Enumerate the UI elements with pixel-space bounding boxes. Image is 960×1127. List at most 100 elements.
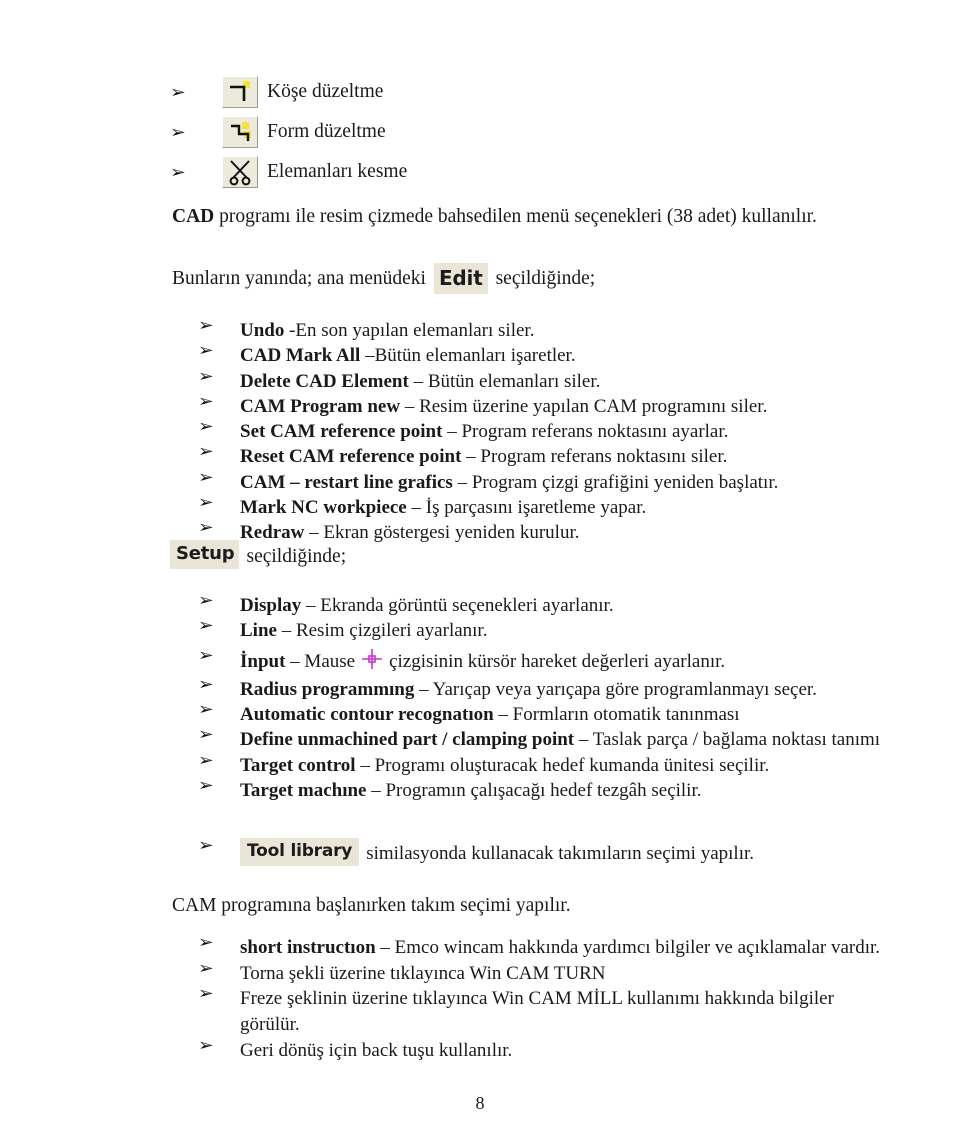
edit-menu-list: ➢ Undo -En son yapılan elemanları siler.… [198,315,898,545]
list-item-label: Köşe düzeltme [267,81,384,102]
arrow-bullet-icon: ➢ [198,932,214,952]
tool-library-button[interactable]: Tool library [240,838,360,866]
list-item: ➢ CAM – restart line grafics – Program ç… [198,466,898,495]
list-item-label: Form düzeltme [267,121,386,142]
list-item: ➢ short instructıon – Emco wincam hakkın… [198,932,898,961]
setup-heading-after-text: seçildiğinde; [246,546,347,567]
edit-menu-button[interactable]: Edit [433,263,488,294]
arrow-bullet-icon: ➢ [198,699,214,719]
menu-item-desc: – Program referans noktasını ayarlar. [442,421,729,443]
list-item-label: Elemanları kesme [267,161,408,182]
toolbar-icon-list: ➢ Köşe düzeltme ➢ Form düzeltme ➢ Eleman… [170,72,890,192]
document-page: ➢ Köşe düzeltme ➢ Form düzeltme ➢ Eleman… [0,0,960,1127]
list-item: ➢ Reset CAM reference point – Program re… [198,441,898,469]
list-item: ➢ Geri dönüş için back tuşu kullanılır. [198,1034,898,1064]
arrow-bullet-icon: ➢ [198,365,214,386]
list-item: ➢ CAM Program new – Resim üzerine yapıla… [198,390,898,419]
arrow-bullet-icon: ➢ [198,957,214,978]
cad-paragraph-lead: CAD [172,206,215,227]
menu-item-desc: – Resim üzerine yapılan CAM programını s… [400,395,768,417]
list-item: ➢ Target control – Programı oluşturacak … [198,749,918,778]
list-item: ➢ Line – Resim çizgileri ayarlanır. [198,615,918,643]
list-item: ➢ Define unmachined part / clamping poin… [198,724,918,752]
arrow-bullet-icon: ➢ [198,517,214,537]
list-item: ➢ Köşe düzeltme [170,72,890,112]
list-item: ➢ Form düzeltme [170,112,890,152]
intro-before-text: Bunların yanında; ana menüdeki [172,267,426,289]
menu-item-desc: – Ekranda görüntü seçenekleri ayarlanır. [301,595,614,616]
arrow-bullet-icon: ➢ [198,835,214,855]
list-item: ➢ İnput – Mause çizgisinin kürsör hareket… [198,644,918,677]
arrow-bullet-icon: ➢ [198,983,214,1004]
setup-menu-button[interactable]: Setup [170,540,240,569]
menu-item-desc: Geri dönüş için back tuşu kullanılır. [240,1039,513,1061]
menu-item-desc: – Emco wincam hakkında yardımcı bilgiler… [375,937,881,958]
menu-item-term: Target control [240,754,356,776]
menu-item-desc: – Resim çizgileri ayarlanır. [276,620,488,642]
intro-after-text: seçildiğinde; [495,267,596,289]
menu-item-desc: -En son yapılan elemanları siler. [284,320,535,341]
list-item: ➢ Undo -En son yapılan elemanları siler. [198,315,898,343]
list-item: ➢ Target machıne – Programın çalışacağı … [198,774,918,803]
short-instruction-list: ➢ short instructıon – Emco wincam hakkın… [198,932,898,1064]
form-trim-icon[interactable] [222,116,258,148]
cad-paragraph-rest: programı ile resim çizmede bahsedilen me… [214,206,817,227]
list-item: ➢ Radius programmıng – Yarıçap veya yarı… [198,675,918,702]
menu-item-desc: – İş parçasını işaretleme yapar. [406,496,647,518]
arrow-bullet-icon: ➢ [198,749,214,770]
list-item: ➢ Automatic contour recognatıon – Formla… [198,699,918,727]
list-item: ➢ Mark NC workpiece – İş parçasını işare… [198,491,898,520]
menu-item-desc: – Mause [285,650,356,672]
menu-item-desc: Freze şeklinin üzerine tıklayınca Win CA… [240,988,834,1035]
list-item: ➢ Set CAM reference point – Program refe… [198,416,898,444]
intro-paragraph: Bunların yanında; ana menüdeki Edit seçi… [172,263,872,294]
arrow-bullet-icon: ➢ [198,774,214,795]
tool-library-after-text: similasyonda kullanacak takımıların seçi… [366,843,755,864]
list-item: ➢ Torna şekli üzerine tıklayınca Win CAM… [198,957,898,987]
list-item: ➢ Tool library similasyonda kullanacak t… [198,835,898,866]
menu-item-desc: – Programın çalışacağı hedef tezgâh seçi… [366,779,702,801]
page-number: 8 [475,1093,485,1113]
tool-library-row: ➢ Tool library similasyonda kullanacak t… [198,835,898,866]
menu-item-desc: – Program çizgi grafiğini yeniden başlat… [452,471,779,493]
menu-item-term: CAD Mark All [240,345,361,367]
arrow-bullet-icon: ➢ [198,315,214,335]
arrow-bullet-icon: ➢ [198,390,214,411]
menu-item-desc: – Taslak parça / bağlama noktası tanımı [574,729,881,751]
menu-item-desc: –Bütün elemanları işaretler. [360,345,576,367]
menu-item-term: Target machıne [240,779,367,801]
menu-item-desc: – Bütün elemanları siler. [408,370,601,392]
list-item: ➢ Freze şeklinin üzerine tıklayınca Win … [198,983,898,1037]
menu-item-term: Define unmachined part / clamping point [240,729,575,751]
menu-item-desc-cont: çizgisinin kürsör hareket değerleri ayar… [389,650,726,672]
arrow-bullet-icon: ➢ [198,466,214,487]
list-item: ➢ Display – Ekranda görüntü seçenekleri … [198,592,918,618]
arrow-bullet-icon: ➢ [198,416,214,436]
menu-item-term: Delete CAD Element [240,370,409,392]
scissors-cut-elements-icon[interactable] [222,156,258,188]
crosshair-cursor-icon [361,648,383,677]
menu-item-term: short instructıon [240,937,376,958]
setup-heading: Setup seçildiğinde; [170,540,346,569]
menu-item-desc: – Program referans noktasını siler. [461,446,728,468]
arrow-bullet-icon: ➢ [198,724,214,745]
menu-item-term: Mark NC workpiece [240,496,407,518]
menu-item-desc: – Programı oluşturacak hedef kumanda üni… [355,754,770,776]
menu-item-term: Automatic contour recognatıon [240,704,494,726]
menu-item-desc: Torna şekli üzerine tıklayınca Win CAM T… [240,962,606,984]
menu-item-term: CAM – restart line grafics [240,471,453,493]
menu-item-term: Reset CAM reference point [240,446,462,468]
arrow-bullet-icon: ➢ [198,441,214,462]
menu-item-term: CAM Program new [240,395,401,417]
cam-paragraph: CAM programına başlanırken takım seçimi … [172,895,571,916]
arrow-bullet-icon: ➢ [198,615,214,636]
setup-menu-list: ➢ Display – Ekranda görüntü seçenekleri … [198,592,918,803]
arrow-bullet-icon: ➢ [198,491,214,512]
arrow-bullet-icon: ➢ [198,340,214,361]
corner-trim-icon[interactable] [222,76,258,108]
list-item: ➢ Delete CAD Element – Bütün elemanları … [198,365,898,394]
arrow-bullet-icon: ➢ [198,1034,214,1055]
arrow-bullet-icon: ➢ [198,644,214,665]
menu-item-term: Radius programmıng [240,678,415,700]
cad-paragraph: CAD programı ile resim çizmede bahsedile… [172,203,872,231]
